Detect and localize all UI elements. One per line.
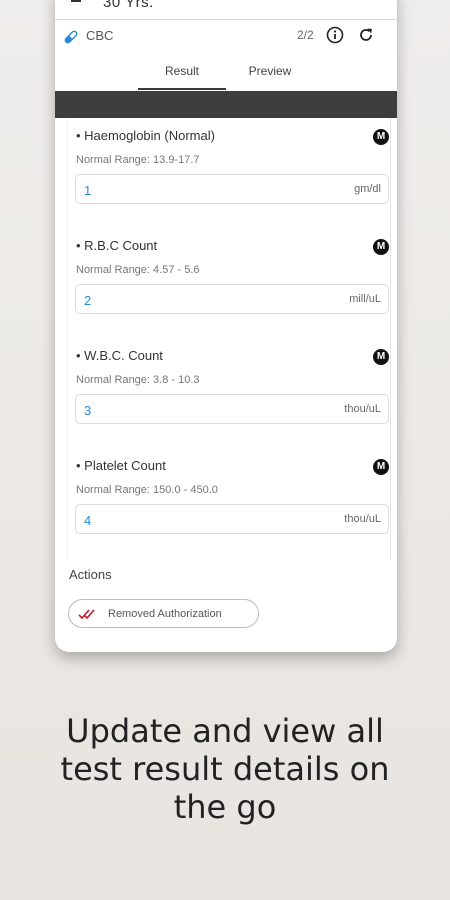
m-badge-icon: M — [373, 459, 389, 475]
result-unit: mill/uL — [349, 293, 381, 305]
result-card-wbc: • W.B.C. Count M Normal Range: 3.8 - 10.… — [67, 338, 391, 450]
result-unit: gm/dl — [354, 183, 381, 195]
section-divider-bar — [55, 91, 397, 118]
top-bar: 30 Yrs. — [55, 0, 397, 20]
patient-age: 30 Yrs. — [103, 0, 154, 11]
result-value-input[interactable]: 3 thou/uL — [75, 394, 389, 424]
result-value: 3 — [84, 403, 92, 418]
result-title: • W.B.C. Count — [76, 348, 163, 363]
result-value: 2 — [84, 293, 92, 308]
result-value: 1 — [84, 183, 92, 198]
tab-preview[interactable]: Preview — [226, 64, 314, 90]
result-title: • R.B.C Count — [76, 238, 158, 253]
tagline-line-3: the go — [173, 788, 277, 826]
result-card-platelet: • Platelet Count M Normal Range: 150.0 -… — [67, 448, 391, 560]
result-value-input[interactable]: 2 mill/uL — [75, 284, 389, 314]
m-badge-icon: M — [373, 239, 389, 255]
test-header: CBC 2/2 — [55, 26, 397, 60]
double-check-icon — [78, 609, 95, 620]
result-value-input[interactable]: 1 gm/dl — [75, 174, 389, 204]
tab-result[interactable]: Result — [138, 64, 226, 90]
promo-tagline: Update and view all test result details … — [0, 712, 450, 826]
authorization-label: Removed Authorization — [108, 608, 222, 620]
result-value-input[interactable]: 4 thou/uL — [75, 504, 389, 534]
test-tube-icon — [64, 30, 78, 44]
normal-range: Normal Range: 4.57 - 5.6 — [76, 264, 200, 276]
tagline-line-2: test result details on — [60, 750, 390, 788]
result-value: 4 — [84, 513, 92, 528]
m-badge-icon: M — [373, 349, 389, 365]
test-name: CBC — [86, 28, 114, 43]
result-unit: thou/uL — [344, 403, 381, 415]
m-badge-icon: M — [373, 129, 389, 145]
removed-authorization-button[interactable]: Removed Authorization — [68, 599, 259, 628]
tagline-line-1: Update and view all — [66, 712, 384, 750]
result-title: • Platelet Count — [76, 458, 166, 473]
phone-screen: 30 Yrs. CBC 2/2 Result Preview • Haemogl… — [55, 0, 397, 652]
actions-label: Actions — [69, 567, 112, 582]
result-card-haemoglobin: • Haemoglobin (Normal) M Normal Range: 1… — [67, 118, 391, 230]
tab-bar: Result Preview — [55, 58, 397, 92]
result-card-rbc: • R.B.C Count M Normal Range: 4.57 - 5.6… — [67, 228, 391, 340]
result-unit: thou/uL — [344, 513, 381, 525]
back-icon[interactable] — [71, 0, 81, 2]
normal-range: Normal Range: 150.0 - 450.0 — [76, 484, 218, 496]
refresh-icon[interactable] — [357, 26, 375, 44]
result-title: • Haemoglobin (Normal) — [76, 128, 215, 143]
info-icon[interactable] — [326, 26, 344, 44]
page-count: 2/2 — [297, 28, 314, 42]
normal-range: Normal Range: 3.8 - 10.3 — [76, 374, 200, 386]
normal-range: Normal Range: 13.9-17.7 — [76, 154, 200, 166]
